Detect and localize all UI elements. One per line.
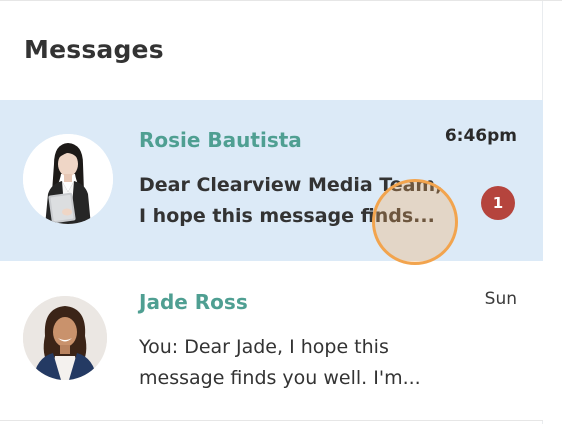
message-timestamp: 6:46pm [444, 126, 517, 146]
message-preview-line: message finds you well. I'm... [139, 367, 421, 389]
messages-panel: Messages Rosie Bautista 6:46pm Dear Clea… [0, 0, 562, 424]
message-timestamp: Sun [484, 289, 517, 309]
woman-with-laptop-avatar-icon [23, 134, 113, 224]
message-preview-line: You: Dear Jade, I hope this [139, 336, 389, 358]
message-preview: You: Dear Jade, I hope this message find… [139, 332, 479, 394]
avatar [23, 296, 107, 380]
message-preview-line: Dear Clearview Media Team, [139, 174, 443, 196]
message-preview: Dear Clearview Media Team, I hope this m… [139, 170, 471, 232]
avatar [23, 134, 113, 224]
contact-name: Jade Ross [139, 290, 248, 314]
conversation-item-rosie-bautista[interactable]: Rosie Bautista 6:46pm Dear Clearview Med… [0, 100, 543, 261]
conversation-item-jade-ross[interactable]: Jade Ross Sun You: Dear Jade, I hope thi… [0, 261, 543, 421]
unread-count-badge: 1 [481, 186, 515, 220]
message-preview-line: I hope this message finds... [139, 205, 435, 227]
woman-smiling-avatar-icon [23, 296, 107, 380]
contact-name: Rosie Bautista [139, 128, 302, 152]
page-title: Messages [24, 35, 164, 64]
